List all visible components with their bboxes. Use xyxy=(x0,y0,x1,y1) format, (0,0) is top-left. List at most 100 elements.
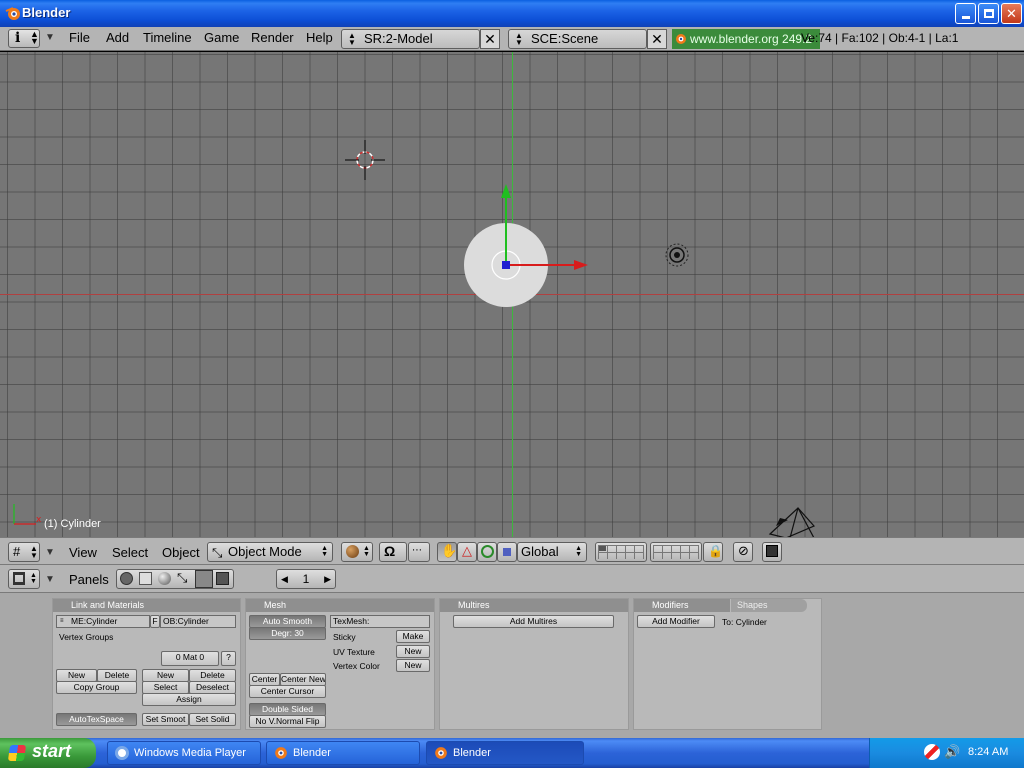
menu-timeline[interactable]: Timeline xyxy=(143,30,192,45)
rotate-manipulator[interactable] xyxy=(477,542,497,562)
layer-buttons-1[interactable] xyxy=(595,542,647,562)
layer-grid-icon xyxy=(653,545,699,559)
panel-title[interactable]: Mesh xyxy=(246,599,434,612)
set-smooth-button[interactable]: Set Smoot xyxy=(142,713,189,726)
panels-menu[interactable]: Panels xyxy=(69,572,109,587)
center-cursor-button[interactable]: Center Cursor xyxy=(249,685,326,698)
window-type-menu[interactable]: i ▲ ▼ xyxy=(8,29,40,48)
task-label: Windows Media Player xyxy=(134,747,246,759)
menu-object[interactable]: Object xyxy=(162,545,200,560)
editing-icon[interactable] xyxy=(195,570,213,588)
taskbar-item-media-player[interactable]: Windows Media Player xyxy=(107,741,261,765)
tray-app-icon[interactable] xyxy=(924,744,940,760)
material-assign-button[interactable]: Assign xyxy=(142,693,236,706)
pivot-selector[interactable]: Ω xyxy=(379,542,407,562)
uv-texture-new-button[interactable]: New xyxy=(396,645,430,658)
restore-button[interactable] xyxy=(978,3,999,24)
clock[interactable]: 8:24 AM xyxy=(968,746,1008,758)
menu-file[interactable]: File xyxy=(69,30,90,45)
vertex-color-new-button[interactable]: New xyxy=(396,659,430,672)
collapse-menu-triangle-icon[interactable]: ▼ xyxy=(45,547,55,558)
copy-group-button[interactable]: Copy Group xyxy=(56,681,137,694)
menu-game[interactable]: Game xyxy=(204,30,239,45)
set-solid-button[interactable]: Set Solid xyxy=(189,713,236,726)
degree-field[interactable]: Degr: 30 xyxy=(249,627,326,640)
tab-shapes[interactable]: Shapes xyxy=(731,599,807,612)
manipulator-toggle[interactable]: ✋ xyxy=(437,542,457,562)
menu-select[interactable]: Select xyxy=(112,545,148,560)
mesh-datablock-field[interactable]: ≡ ME:Cylinder xyxy=(56,615,150,628)
scene-icon[interactable] xyxy=(216,572,229,585)
texmesh-field[interactable]: TexMesh: xyxy=(330,615,430,628)
link-icon: ⊘ xyxy=(738,543,749,558)
window-type-menu[interactable]: # ▲ ▼ xyxy=(8,542,40,562)
panel-title[interactable]: Multires xyxy=(440,599,628,612)
frame-number-field[interactable]: ◀ 1 ▶ xyxy=(276,569,336,589)
blender-logo-icon xyxy=(5,7,20,20)
collapse-menu-triangle-icon[interactable]: ▼ xyxy=(45,574,55,585)
taskbar-item-blender-1[interactable]: Blender xyxy=(266,741,420,765)
version-text: www.blender.org 249.2 xyxy=(690,32,813,46)
taskbar-item-blender-2[interactable]: Blender xyxy=(426,741,584,765)
sticky-make-button[interactable]: Make xyxy=(396,630,430,643)
scene-name: SCE:Scene xyxy=(531,31,599,46)
lamp-object-icon[interactable] xyxy=(663,241,691,269)
delete-scene-button[interactable]: ✕ xyxy=(647,29,667,49)
3d-viewport[interactable]: x (1) Cylinder xyxy=(0,52,1024,537)
updown-arrows-icon: ▲ ▼ xyxy=(321,545,328,558)
updown-arrows-icon: ▲ ▼ xyxy=(30,572,37,585)
blender-logo-icon xyxy=(435,747,447,759)
menu-add[interactable]: Add xyxy=(106,30,129,45)
volume-icon[interactable]: 🔊 xyxy=(944,744,960,760)
add-modifier-button[interactable]: Add Modifier xyxy=(637,615,715,628)
shading-icon[interactable] xyxy=(158,572,171,585)
selected-cylinder-object[interactable] xyxy=(460,180,600,310)
collapse-menu-triangle-icon[interactable]: ▼ xyxy=(45,32,55,43)
menu-render[interactable]: Render xyxy=(251,30,294,45)
context-buttons-group: ⤡ xyxy=(116,569,234,589)
panel-title[interactable]: Link and Materials xyxy=(53,599,240,612)
windows-flag-icon xyxy=(7,745,27,761)
script-icon[interactable] xyxy=(139,572,152,585)
draw-type-selector[interactable]: ▲ ▼ xyxy=(341,542,373,562)
3d-cursor-icon[interactable] xyxy=(343,138,387,182)
scene-selector[interactable]: ▲ ▼ SCE:Scene xyxy=(508,29,647,49)
fake-user-button[interactable]: F xyxy=(150,615,160,628)
sticky-label: Sticky xyxy=(333,632,356,642)
minimize-button[interactable] xyxy=(955,3,976,24)
logic-icon[interactable] xyxy=(120,572,133,585)
no-vnormal-flip-toggle[interactable]: No V.Normal Flip xyxy=(249,715,326,728)
delete-screen-button[interactable]: ✕ xyxy=(480,29,500,49)
material-help-button[interactable]: ? xyxy=(221,651,236,666)
orientation-label: Global xyxy=(521,544,559,559)
material-index-field[interactable]: 0 Mat 0 xyxy=(161,651,219,666)
menu-view[interactable]: View xyxy=(69,545,97,560)
add-multires-button[interactable]: Add Multires xyxy=(453,615,614,628)
panel-multires: Multires Add Multires xyxy=(439,598,629,730)
task-label: Blender xyxy=(453,747,491,759)
menu-help[interactable]: Help xyxy=(306,30,333,45)
close-button[interactable]: ✕ xyxy=(1001,3,1022,24)
autotexspace-toggle[interactable]: AutoTexSpace xyxy=(56,713,137,726)
tab-modifiers[interactable]: Modifiers xyxy=(634,599,730,612)
window-type-menu[interactable]: ▲ ▼ xyxy=(8,569,40,589)
camera-object-icon[interactable] xyxy=(766,504,820,537)
scene-stats: Ve:74 | Fa:102 | Ob:4-1 | La:1 xyxy=(801,31,959,45)
scale-manipulator[interactable] xyxy=(497,542,517,562)
object-icon[interactable]: ⤡ xyxy=(177,570,187,586)
svg-text:x: x xyxy=(36,515,42,525)
lock-layers-button[interactable]: 🔒 xyxy=(703,542,723,562)
start-button[interactable]: start xyxy=(0,738,96,768)
layer-buttons-2[interactable] xyxy=(650,542,702,562)
object-name-field[interactable]: OB:Cylinder xyxy=(160,615,236,628)
pivot-point-toggle[interactable]: ⋯ xyxy=(408,542,430,562)
translate-manipulator[interactable]: △ xyxy=(457,542,477,562)
opengl-render-button[interactable]: ⊘ xyxy=(733,542,753,562)
mode-selector[interactable]: ⤡ Object Mode ▲ ▼ xyxy=(207,542,333,562)
object-mode-icon: ⤡ xyxy=(212,545,223,560)
render-view-button[interactable] xyxy=(762,542,782,562)
transform-orientation-selector[interactable]: Global ▲ ▼ xyxy=(517,542,587,562)
screen-selector[interactable]: ▲ ▼ SR:2-Model xyxy=(341,29,480,49)
triangle-icon: △ xyxy=(462,543,472,558)
buttons-header: ▲ ▼ ▼ Panels ⤡ ◀ 1 ▶ xyxy=(0,565,1024,593)
